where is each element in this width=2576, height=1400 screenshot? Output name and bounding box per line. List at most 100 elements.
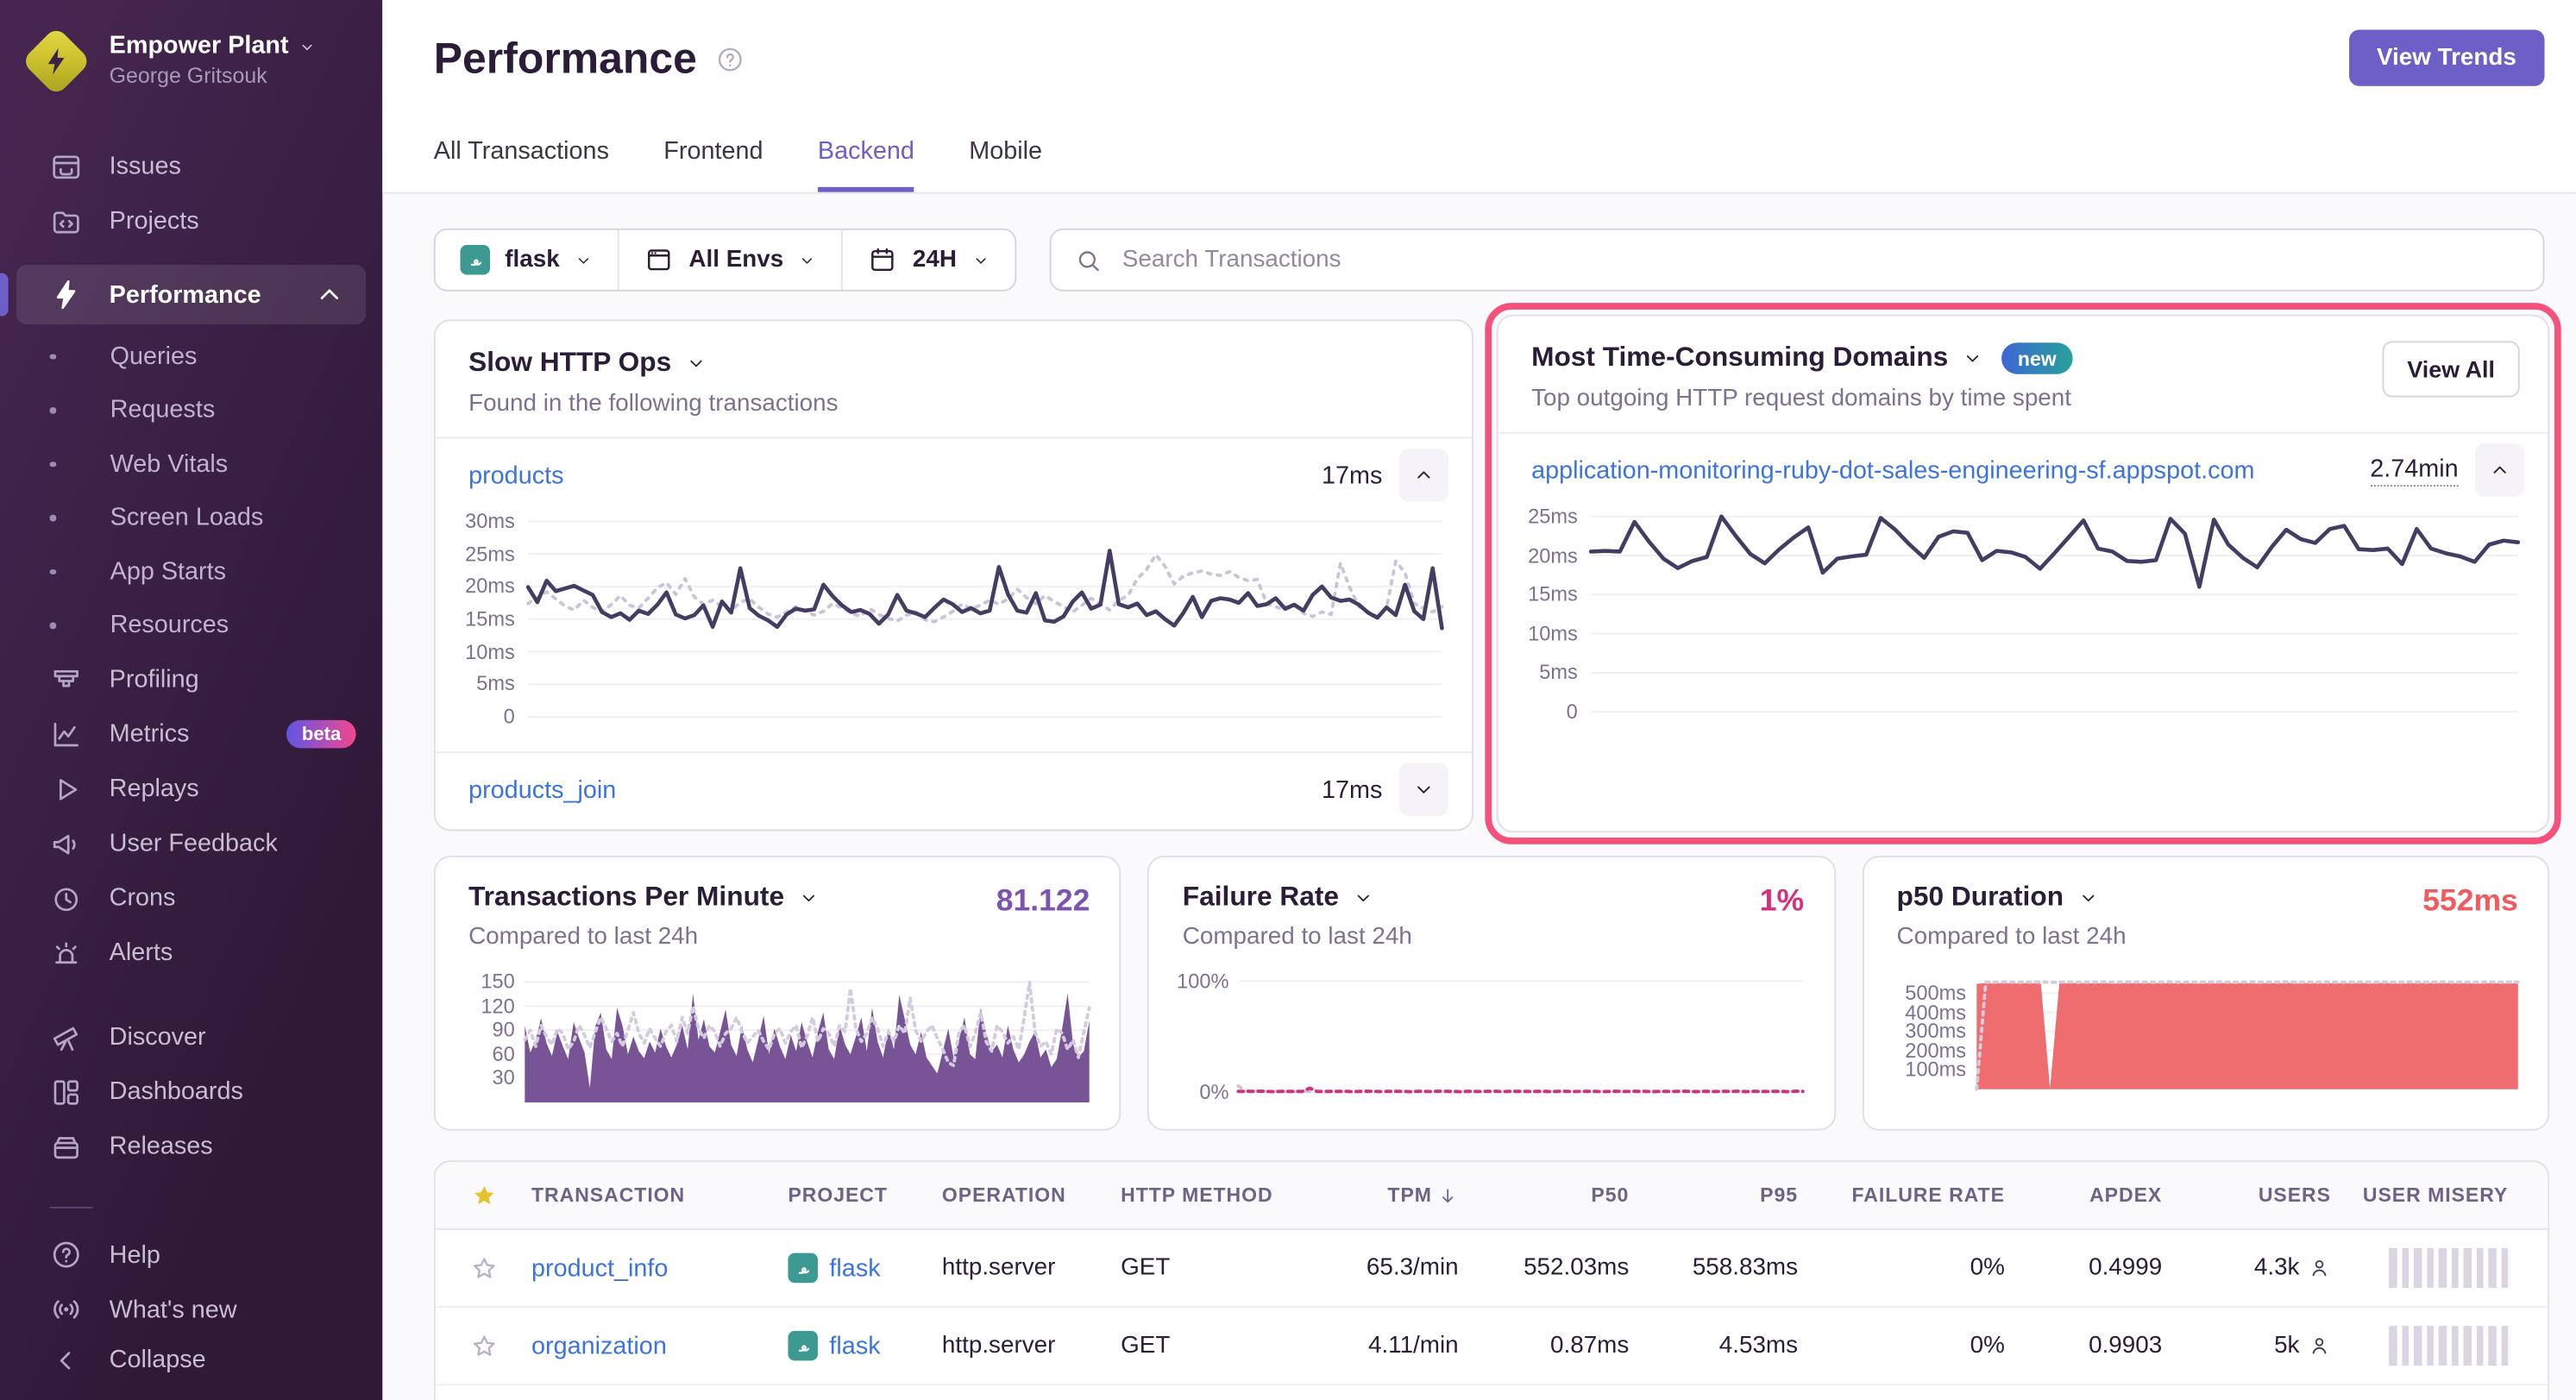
sidebar-item-label: Performance <box>110 280 261 309</box>
expand-row-button[interactable] <box>1399 763 1449 816</box>
org-switcher[interactable]: Empower Plant George Gritsouk <box>22 27 362 97</box>
col-http-method[interactable]: HTTP METHOD <box>1121 1183 1326 1207</box>
beta-badge: beta <box>287 720 356 749</box>
sidebar-collapse-button[interactable]: Collapse <box>0 1337 382 1383</box>
sidebar-item-label: Metrics <box>110 720 190 749</box>
star-outline-icon[interactable] <box>469 1332 498 1360</box>
table-header: TRANSACTION PROJECT OPERATION HTTP METHO… <box>436 1162 2548 1230</box>
sidebar-divider <box>50 1207 93 1209</box>
chevron-left-icon <box>50 1344 83 1377</box>
sidebar-item-app-starts[interactable]: App Starts <box>0 544 382 598</box>
slow-http-ops-title[interactable]: Slow HTTP Ops <box>468 348 1439 379</box>
sidebar-item-help[interactable]: Help <box>0 1228 382 1283</box>
page-header: Performance View Trends All Transactions… <box>382 0 2576 194</box>
sidebar-item-screen-loads[interactable]: Screen Loads <box>0 491 382 544</box>
help-icon[interactable] <box>715 44 745 74</box>
col-user-misery[interactable]: USER MISERY <box>2363 1183 2548 1207</box>
col-apdex[interactable]: APDEX <box>2089 1183 2162 1207</box>
collapse-row-button[interactable] <box>2475 443 2525 496</box>
sidebar-item-profiling[interactable]: Profiling <box>0 652 382 706</box>
crons-icon <box>50 882 83 914</box>
transaction-link[interactable]: organization <box>531 1332 788 1360</box>
sidebar-item-label: Crons <box>110 884 176 913</box>
domains-subtitle: Top outgoing HTTP request domains by tim… <box>1531 386 2515 412</box>
transaction-row-products: products 17ms <box>436 439 1472 512</box>
transaction-link[interactable]: products <box>468 461 563 489</box>
collapse-row-button[interactable] <box>1399 449 1449 501</box>
sidebar-item-what-s-new[interactable]: What's new <box>0 1283 382 1337</box>
new-badge: new <box>2001 342 2073 374</box>
sidebar-item-crons[interactable]: Crons <box>0 870 382 925</box>
sidebar-item-projects[interactable]: Projects <box>0 194 382 248</box>
sidebar-item-alerts[interactable]: Alerts <box>0 926 382 980</box>
col-transaction[interactable]: TRANSACTION <box>531 1183 788 1207</box>
sidebar-item-performance[interactable]: Performance <box>16 265 366 324</box>
tab-frontend[interactable]: Frontend <box>663 137 763 191</box>
domains-title[interactable]: Most Time-Consuming Domains new <box>1531 342 2515 374</box>
chevron-down-icon <box>1352 888 1373 909</box>
failure-rate-cell: 0% <box>1970 1255 2005 1282</box>
environment-filter[interactable]: All Envs <box>619 230 843 290</box>
project-link[interactable]: flask <box>829 1332 880 1360</box>
sidebar-item-issues[interactable]: Issues <box>0 139 382 193</box>
star-outline-icon[interactable] <box>469 1254 498 1283</box>
table-row[interactable]: product_info flask http.server GET 65.3/… <box>436 1230 2548 1308</box>
sidebar-item-queries[interactable]: Queries <box>0 330 382 383</box>
flask-project-icon <box>788 1253 818 1284</box>
table-row[interactable]: organization flask http.server GET 4.11/… <box>436 1308 2548 1385</box>
tab-bar: All Transactions Frontend Backend Mobile <box>434 137 1042 191</box>
time-range-filter[interactable]: 24H <box>843 230 1015 290</box>
col-users[interactable]: USERS <box>2259 1183 2331 1207</box>
col-operation[interactable]: OPERATION <box>942 1183 1121 1207</box>
view-trends-button[interactable]: View Trends <box>2348 30 2544 86</box>
org-name[interactable]: Empower Plant <box>110 32 289 63</box>
failure-rate-chart: 100%0% <box>1169 970 1804 1093</box>
domain-time-spent[interactable]: 2.74min <box>2370 455 2458 486</box>
sidebar-item-requests[interactable]: Requests <box>0 383 382 436</box>
chevron-down-icon <box>298 38 317 56</box>
col-failure-rate[interactable]: FAILURE RATE <box>1851 1183 2004 1207</box>
main-content: Performance View Trends All Transactions… <box>382 0 2576 1400</box>
chevron-up-icon <box>313 278 346 311</box>
sidebar-item-releases[interactable]: Releases <box>0 1119 382 1173</box>
sidebar-item-metrics[interactable]: Metrics beta <box>0 706 382 761</box>
col-p95[interactable]: P95 <box>1760 1183 1798 1207</box>
apdex-cell: 0.9903 <box>2089 1333 2162 1359</box>
sidebar-item-web-vitals[interactable]: Web Vitals <box>0 437 382 491</box>
domain-link[interactable]: application-monitoring-ruby-dot-sales-en… <box>1531 456 2254 485</box>
sidebar-item-dashboards[interactable]: Dashboards <box>0 1064 382 1119</box>
http-method-cell: GET <box>1121 1333 1326 1359</box>
highlight-outline: Most Time-Consuming Domains new Top outg… <box>1485 303 2560 844</box>
p50-cell: 0.87ms <box>1550 1333 1629 1359</box>
metric-title[interactable]: Transactions Per Minute <box>456 882 1090 913</box>
sidebar-item-discover[interactable]: Discover <box>0 1010 382 1064</box>
page-filter-group: flask All Envs 24H <box>434 229 1016 292</box>
col-p50[interactable]: P50 <box>1591 1183 1629 1207</box>
y-axis-labels: 25ms20ms15ms10ms5ms0 <box>1515 517 1591 712</box>
filter-bar: flask All Envs 24H <box>434 229 2545 292</box>
chevron-down-icon <box>971 251 990 269</box>
transaction-link[interactable]: product_info <box>531 1254 788 1283</box>
star-column-header-icon[interactable] <box>469 1181 498 1209</box>
col-project[interactable]: PROJECT <box>788 1183 941 1207</box>
user-icon <box>2308 1334 2331 1358</box>
sidebar-item-replays[interactable]: Replays <box>0 762 382 816</box>
transaction-link[interactable]: products_join <box>468 775 616 804</box>
metric-title[interactable]: Failure Rate <box>1169 882 1804 913</box>
alerts-icon <box>50 936 83 969</box>
tab-mobile[interactable]: Mobile <box>969 137 1042 191</box>
project-link[interactable]: flask <box>829 1254 880 1283</box>
sidebar-item-user-feedback[interactable]: User Feedback <box>0 816 382 870</box>
project-filter[interactable]: flask <box>436 230 619 290</box>
sidebar-item-label: Discover <box>110 1023 206 1052</box>
sidebar-item-resources[interactable]: Resources <box>0 599 382 652</box>
tab-all-transactions[interactable]: All Transactions <box>434 137 609 191</box>
tab-backend[interactable]: Backend <box>818 137 914 191</box>
calendar-icon <box>868 245 898 275</box>
apdex-cell: 0.4999 <box>2089 1255 2162 1282</box>
search-input[interactable] <box>1119 245 2520 275</box>
sidebar-item-label: What's new <box>110 1296 237 1324</box>
metric-cards: Transactions Per Minute 81.122 Compared … <box>434 856 2549 1131</box>
view-all-button[interactable]: View All <box>2383 341 2520 397</box>
col-tpm-sorted[interactable]: TPM <box>1387 1183 1458 1207</box>
